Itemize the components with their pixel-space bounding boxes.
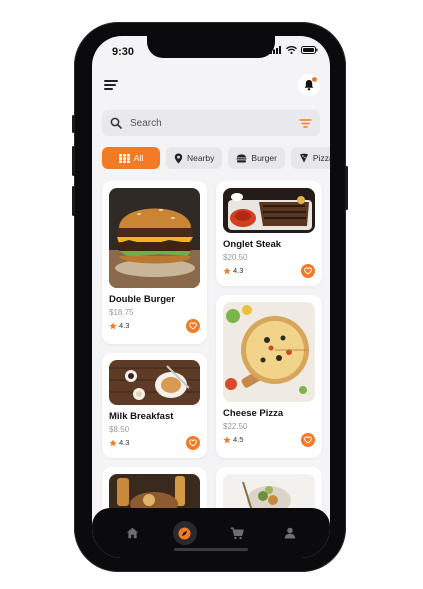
- cart-icon: [231, 526, 244, 539]
- notifications-button[interactable]: [298, 74, 320, 96]
- battery-icon: [301, 46, 318, 54]
- chip-nearby-label: Nearby: [187, 153, 215, 163]
- product-name: Cheese Pizza: [223, 408, 284, 419]
- product-price: $20.50: [223, 253, 248, 262]
- product-price: $22.50: [223, 422, 248, 431]
- product-rating: 4.3: [109, 438, 129, 447]
- heart-icon: [304, 436, 312, 444]
- product-price: $8.50: [109, 425, 130, 434]
- chip-burger[interactable]: Burger: [228, 147, 285, 169]
- nav-profile[interactable]: [278, 521, 302, 545]
- menu-button[interactable]: [104, 80, 120, 92]
- chip-all-label: All: [133, 153, 144, 163]
- phone-volume-down: [72, 186, 75, 216]
- heart-icon: [189, 322, 197, 330]
- product-image-cheese-pizza: [223, 302, 315, 402]
- product-card[interactable]: Onglet Steak $20.50 4.3: [216, 181, 322, 286]
- product-image-onglet-steak: [223, 188, 315, 233]
- nav-cart[interactable]: [225, 521, 249, 545]
- nav-explore[interactable]: [172, 521, 197, 545]
- location-pin-icon: [174, 153, 183, 163]
- menu-icon: [104, 80, 118, 82]
- product-rating: 4.5: [223, 435, 243, 444]
- home-icon: [126, 527, 138, 539]
- wifi-icon: [286, 46, 297, 54]
- heart-icon: [189, 439, 197, 447]
- product-name: Onglet Steak: [223, 239, 282, 250]
- favorite-button[interactable]: [301, 433, 315, 447]
- product-image-double-burger: [109, 188, 200, 288]
- phone-volume-up: [72, 146, 75, 176]
- product-image-milk-breakfast: [109, 360, 200, 405]
- compass-icon: [178, 527, 191, 539]
- product-name: Double Burger: [109, 294, 175, 305]
- pizza-icon: [299, 153, 308, 163]
- chip-all[interactable]: All: [102, 147, 160, 169]
- product-card[interactable]: Cheese Pizza $22.50 4.5: [216, 295, 322, 458]
- favorite-button[interactable]: [301, 264, 315, 278]
- chip-burger-label: Burger: [251, 153, 277, 163]
- nav-home[interactable]: [120, 521, 144, 545]
- rating-value: 4.3: [119, 321, 130, 330]
- product-card[interactable]: Milk Breakfast $8.50 4.3: [102, 353, 207, 458]
- chip-pizza[interactable]: Pizza: [290, 147, 330, 169]
- phone-silent-switch: [72, 115, 75, 133]
- profile-icon: [284, 527, 295, 539]
- home-indicator: [174, 548, 248, 551]
- search-icon: [110, 117, 122, 129]
- notification-badge: [312, 77, 317, 82]
- star-icon: [109, 438, 117, 446]
- category-filters: All Nearby Burger Pizza: [102, 147, 330, 169]
- search-bar[interactable]: Search: [102, 110, 320, 136]
- status-time: 9:30: [112, 46, 135, 58]
- search-input[interactable]: Search: [130, 118, 299, 129]
- bottom-nav: [92, 508, 330, 558]
- rating-value: 4.3: [233, 266, 244, 275]
- phone-power-button: [345, 166, 348, 210]
- filter-icon[interactable]: [299, 118, 312, 129]
- product-card[interactable]: Double Burger $18.75 4.3: [102, 181, 207, 344]
- chip-nearby[interactable]: Nearby: [166, 147, 223, 169]
- burger-icon: [236, 154, 247, 162]
- star-icon: [109, 321, 117, 329]
- status-icons: [270, 46, 318, 54]
- rating-value: 4.3: [119, 438, 130, 447]
- signal-icon: [270, 46, 281, 54]
- favorite-button[interactable]: [186, 319, 200, 333]
- chip-pizza-label: Pizza: [312, 153, 330, 163]
- rating-value: 4.5: [233, 435, 244, 444]
- grid-icon: [118, 153, 130, 163]
- app-screen: 9:30 Search All Nearby Burger Pizz Doubl…: [92, 36, 330, 558]
- product-name: Milk Breakfast: [109, 411, 174, 422]
- notch: [147, 36, 275, 58]
- star-icon: [223, 435, 231, 443]
- star-icon: [223, 266, 231, 274]
- product-rating: 4.3: [223, 266, 243, 275]
- product-rating: 4.3: [109, 321, 129, 330]
- heart-icon: [304, 267, 312, 275]
- favorite-button[interactable]: [186, 436, 200, 450]
- product-price: $18.75: [109, 308, 134, 317]
